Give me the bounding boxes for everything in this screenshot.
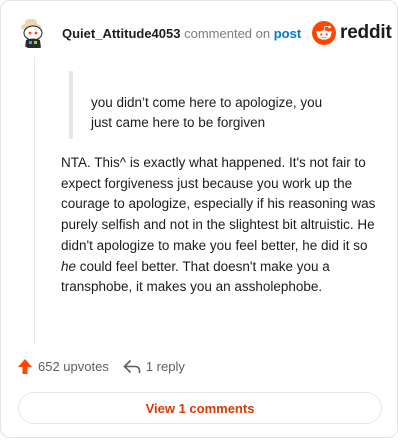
body-text: could feel better. That doesn't make you… xyxy=(61,258,330,295)
snoo-avatar-icon xyxy=(17,15,51,49)
comment-header: Quiet_Attitude4053 commented on post xyxy=(62,26,301,41)
comment-body: NTA. This^ is exactly what happened. It'… xyxy=(61,153,379,298)
view-comments-button[interactable]: View 1 comments xyxy=(18,392,382,424)
quote-bar xyxy=(69,71,73,139)
user-avatar[interactable] xyxy=(17,15,51,49)
brand-name: reddit xyxy=(340,22,392,43)
post-link[interactable]: post xyxy=(274,26,301,41)
action-text: commented on xyxy=(184,26,271,41)
quote-line: just came here to be forgiven xyxy=(91,115,266,130)
upvote-button[interactable]: 652 upvotes xyxy=(17,358,109,375)
reply-count: 1 reply xyxy=(145,359,185,374)
quote-line: you didn’t come here to apologize, you xyxy=(91,95,323,110)
thread-line xyxy=(34,57,35,344)
quoted-text: you didn’t come here to apologize, you j… xyxy=(91,93,361,133)
view-comments-label: View 1 comments xyxy=(145,400,255,416)
comment-card: Quiet_Attitude4053 commented on post red… xyxy=(0,0,398,438)
body-emphasis: he xyxy=(61,258,77,274)
reddit-brand[interactable]: reddit xyxy=(312,21,392,45)
reply-arrow-icon xyxy=(123,359,141,373)
upvote-arrow-icon xyxy=(18,359,32,374)
upvote-count: 652 upvotes xyxy=(38,359,109,374)
reply-button[interactable]: 1 reply xyxy=(123,359,185,374)
reddit-logo-icon xyxy=(312,21,336,45)
body-text: NTA. This^ is exactly what happened. It'… xyxy=(61,155,376,253)
username[interactable]: Quiet_Attitude4053 xyxy=(62,26,180,41)
comment-actions: 652 upvotes 1 reply xyxy=(17,358,185,375)
